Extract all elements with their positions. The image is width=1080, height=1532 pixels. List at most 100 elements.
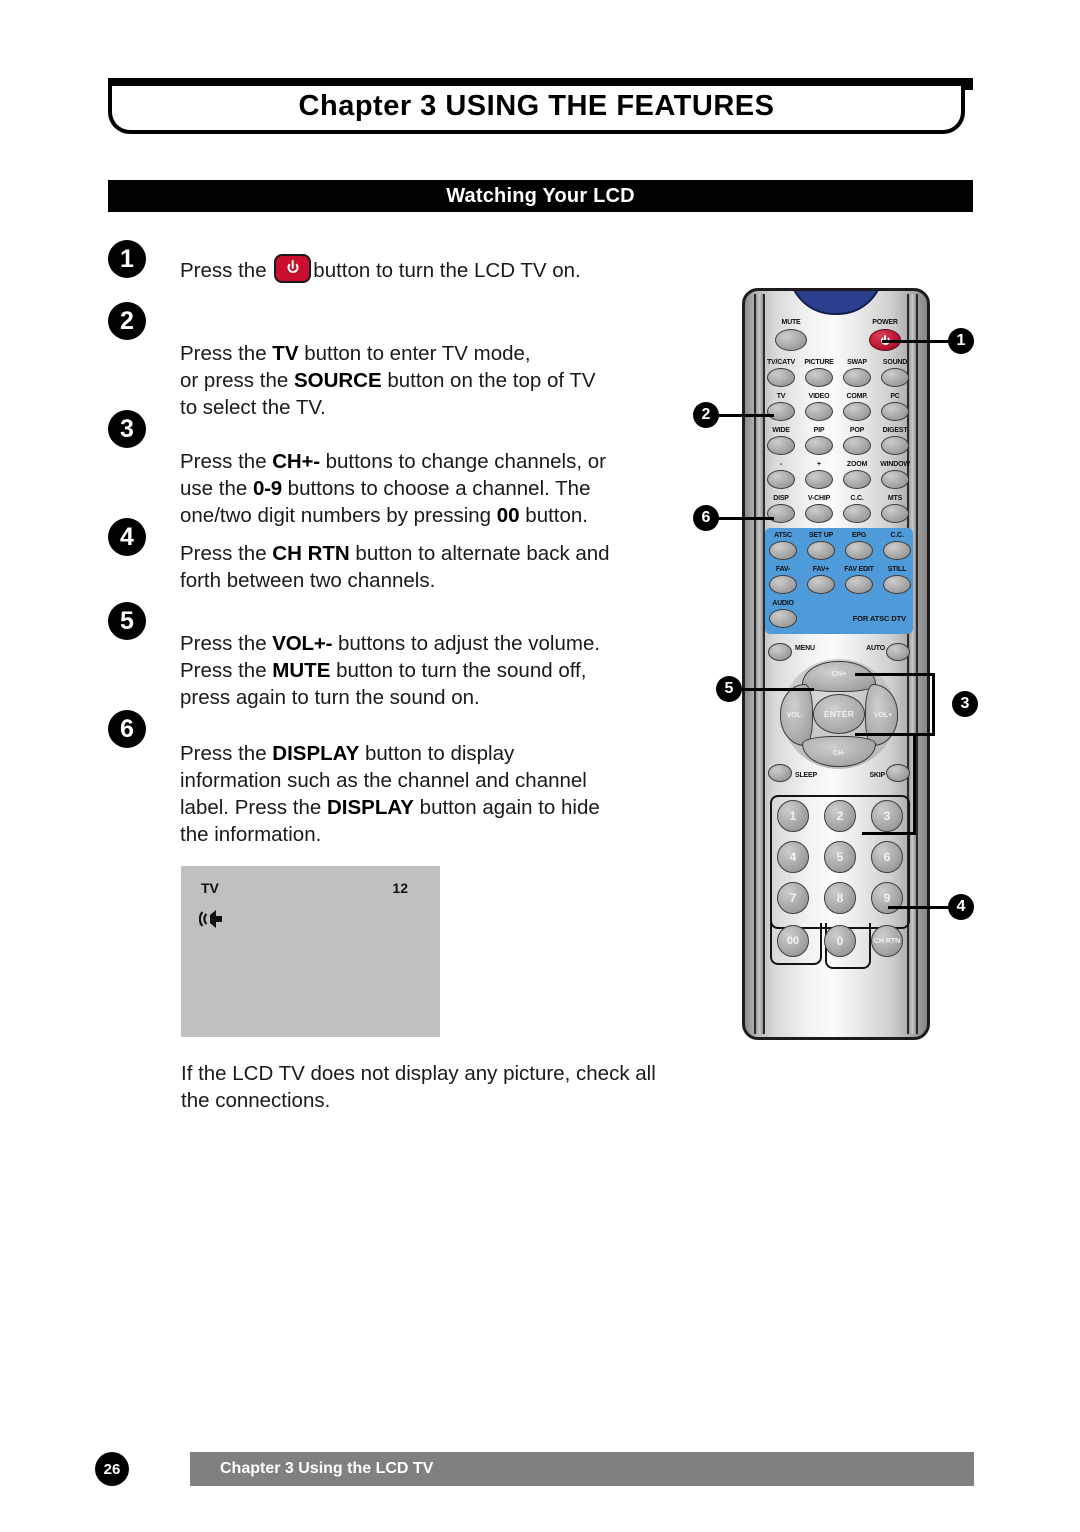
key-8[interactable]: 8 <box>824 882 856 914</box>
callout-2-leader <box>712 414 774 417</box>
note-line-2: the connections. <box>181 1089 331 1112</box>
remote-control-illustration: MUTE POWER TV/CATV PICTURE SWAP SOUND TV… <box>742 288 930 1040</box>
swap-button[interactable] <box>843 368 871 387</box>
setup-button[interactable] <box>807 541 835 560</box>
plus-button[interactable] <box>805 470 833 489</box>
zoom-button[interactable] <box>843 470 871 489</box>
callout-1: 1 <box>948 328 974 354</box>
fav-minus-button[interactable] <box>769 575 797 594</box>
callout-1-leader <box>882 340 954 343</box>
atsc-button[interactable] <box>769 541 797 560</box>
sleep-button[interactable] <box>768 764 792 782</box>
audio-button[interactable] <box>769 609 797 628</box>
step-2-bullet: 2 <box>108 302 146 340</box>
speaker-icon <box>198 907 233 931</box>
vol-up-button[interactable]: VOL+ <box>865 684 898 746</box>
skip-button[interactable] <box>886 764 910 782</box>
remote-left-rail <box>754 294 765 1034</box>
key-4[interactable]: 4 <box>777 841 809 873</box>
osd-channel-number: 12 <box>392 880 408 896</box>
step-1-bullet: 1 <box>108 240 146 278</box>
callout-4-leader <box>888 906 954 909</box>
epg-button[interactable] <box>845 541 873 560</box>
footer-bar: Chapter 3 Using the LCD TV <box>190 1452 974 1486</box>
callout-6-leader <box>712 517 774 520</box>
wide-button[interactable] <box>767 436 795 455</box>
key-double-zero[interactable]: 00 <box>777 925 809 957</box>
callout-6: 6 <box>693 505 719 531</box>
power-icon <box>274 254 312 283</box>
picture-label: PICTURE <box>804 359 834 366</box>
picture-button[interactable] <box>805 368 833 387</box>
zoom-label: ZOOM <box>846 461 868 468</box>
step-5-text: Press the VOL+- buttons to adjust the vo… <box>180 630 740 711</box>
step-3-text: Press the CH+- buttons to change channel… <box>180 448 740 529</box>
tvcatv-button[interactable] <box>767 368 795 387</box>
pip-button[interactable] <box>805 436 833 455</box>
page-title: Chapter 3 USING THE FEATURES <box>298 89 775 122</box>
epg-label: EPG <box>851 532 867 539</box>
video-button[interactable] <box>805 402 833 421</box>
vchip-button[interactable] <box>805 504 833 523</box>
setup-label: SET UP <box>808 532 834 539</box>
key-6[interactable]: 6 <box>871 841 903 873</box>
digest-button[interactable] <box>881 436 909 455</box>
key-zero[interactable]: 0 <box>824 925 856 957</box>
fav-plus-button[interactable] <box>807 575 835 594</box>
fav-plus-label: FAV+ <box>812 566 830 573</box>
step-5-bullet: 5 <box>108 602 146 640</box>
comp-button[interactable] <box>843 402 871 421</box>
mts-button[interactable] <box>881 504 909 523</box>
step-3-line-3: one/two digit numbers by pressing 00 but… <box>180 504 588 527</box>
callout-3-bracket-outer <box>932 673 935 736</box>
plus-label: + <box>817 461 821 468</box>
step-2-line-1: Press the TV button to enter TV mode, <box>180 342 531 365</box>
pop-button[interactable] <box>843 436 871 455</box>
key-ch-rtn[interactable]: CH RTN <box>871 925 903 957</box>
sound-button[interactable] <box>881 368 909 387</box>
key-9[interactable]: 9 <box>871 882 903 914</box>
pc-label: PC <box>890 393 900 400</box>
vchip-label: V-CHIP <box>807 495 831 502</box>
step-2-line-3: to select the TV. <box>180 396 326 419</box>
minus-label: - <box>779 461 783 468</box>
audio-label: AUDIO <box>772 600 794 607</box>
step-4-bullet: 4 <box>108 518 146 556</box>
minus-button[interactable] <box>767 470 795 489</box>
key-2[interactable]: 2 <box>824 800 856 832</box>
atsc-label: ATSC <box>774 532 792 539</box>
window-label: WINDOW <box>880 461 910 468</box>
key-5[interactable]: 5 <box>824 841 856 873</box>
still-button[interactable] <box>883 575 911 594</box>
window-button[interactable] <box>881 470 909 489</box>
disp-button[interactable] <box>767 504 795 523</box>
callout-5-leader <box>742 688 814 691</box>
video-label: VIDEO <box>808 393 830 400</box>
cc-button[interactable] <box>843 504 871 523</box>
step-5-line-3: press again to turn the sound on. <box>180 686 480 709</box>
step-5-line-2: Press the MUTE button to turn the sound … <box>180 659 587 682</box>
step-1-text-after: button to turn the LCD TV on. <box>313 259 581 282</box>
step-3-bullet: 3 <box>108 410 146 448</box>
step-6-bullet: 6 <box>108 710 146 748</box>
enter-button[interactable]: ENTER <box>813 694 865 734</box>
key-7[interactable]: 7 <box>777 882 809 914</box>
step-4-line-1: Press the CH RTN button to alternate bac… <box>180 542 610 565</box>
step-3-line-1: Press the CH+- buttons to change channel… <box>180 450 606 473</box>
step-4-text: Press the CH RTN button to alternate bac… <box>180 540 740 594</box>
callout-3: 3 <box>952 691 978 717</box>
step-6-line-1: Press the DISPLAY button to display <box>180 742 515 765</box>
callout-5: 5 <box>716 676 742 702</box>
cc-dtv-button[interactable] <box>883 541 911 560</box>
wide-label: WIDE <box>772 427 790 434</box>
fav-edit-button[interactable] <box>845 575 873 594</box>
skip-label: SKIP <box>869 772 885 779</box>
pc-button[interactable] <box>881 402 909 421</box>
mute-button[interactable] <box>775 329 807 351</box>
sound-label: SOUND <box>882 359 908 366</box>
key-1[interactable]: 1 <box>777 800 809 832</box>
tv-button[interactable] <box>767 402 795 421</box>
header-title-box: Chapter 3 USING THE FEATURES <box>108 86 965 134</box>
key-3[interactable]: 3 <box>871 800 903 832</box>
cc-dtv-label: C.C. <box>890 532 904 539</box>
